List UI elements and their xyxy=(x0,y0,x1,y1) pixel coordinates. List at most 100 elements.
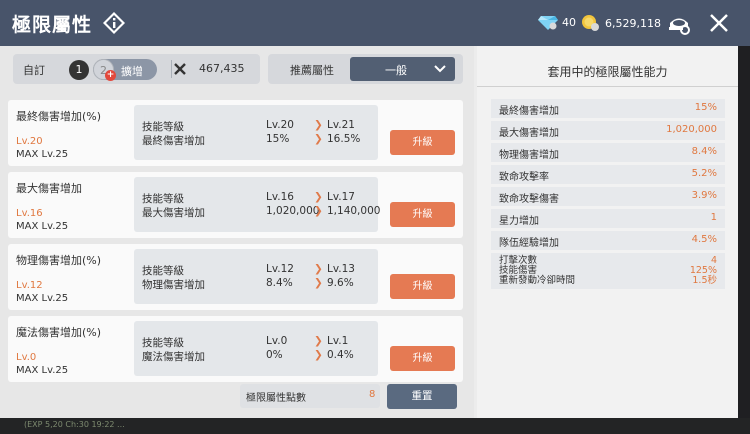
chevron-right-icon: ❯ xyxy=(314,349,323,361)
status-text: (EXP 5,20 Ch:30 19:22 ... xyxy=(24,420,125,429)
chevron-right-icon: ❯ xyxy=(314,119,323,131)
stat-label: 最大傷害增加 xyxy=(142,207,205,219)
stat-label: 技能等級 xyxy=(142,121,184,133)
upgrade-button[interactable]: 升級 xyxy=(390,130,455,155)
stat-label: 技能等級 xyxy=(142,337,184,349)
gem-icon xyxy=(538,16,558,30)
attribute-name: 最終傷害增加(%) xyxy=(16,110,102,123)
reset-button[interactable]: 重置 xyxy=(387,384,457,409)
summary-row: 最終傷害增加 15% xyxy=(491,99,725,118)
next-value: Lv.1 xyxy=(327,335,349,347)
upgrade-button[interactable]: 升級 xyxy=(390,346,455,371)
next-value: 9.6% xyxy=(327,277,354,289)
attribute-name: 最大傷害增加 xyxy=(16,182,82,195)
attribute-level: Lv.12 xyxy=(16,280,43,291)
summary-row: 致命攻擊傷害 3.9% xyxy=(491,187,725,206)
current-value: 0% xyxy=(266,349,283,361)
header-bar: 極限屬性 40 6,529,118 xyxy=(0,0,750,46)
summary-label: 星力增加 xyxy=(499,216,539,227)
summary-row: 隊伍經驗增加 4.5% xyxy=(491,231,725,250)
summary-title: 套用中的極限屬性能力 xyxy=(547,65,668,79)
summary-row: 致命攻擊率 5.2% xyxy=(491,165,725,184)
attribute-card: 最終傷害增加(%) Lv.20 MAX Lv.25 技能等級 最終傷害增加 Lv… xyxy=(8,100,463,166)
recommend-bar: 推薦屬性 一般 xyxy=(268,54,463,84)
stat-label: 技能等級 xyxy=(142,265,184,277)
next-value: 16.5% xyxy=(327,133,361,145)
upgrade-button[interactable]: 升級 xyxy=(390,274,455,299)
stat-preview: 技能等級 最終傷害增加 Lv.20 15% ❯ ❯ Lv.21 16.5% xyxy=(134,105,378,160)
current-value: Lv.12 xyxy=(266,263,294,275)
crossed-swords-icon xyxy=(174,63,186,75)
summary-label: 隊伍經驗增加 xyxy=(499,238,559,249)
summary-label: 最大傷害增加 xyxy=(499,128,559,139)
chevron-down-icon xyxy=(434,65,446,73)
stat-preview: 技能等級 最大傷害增加 Lv.16 1,020,000 ❯ ❯ Lv.17 1,… xyxy=(134,177,381,232)
summary-row: 最大傷害增加 1,020,000 xyxy=(491,121,725,140)
attribute-list-panel: 自訂 1 2 + 擴增 467,435 推薦屬性 一般 最終傷害增加(%) Lv… xyxy=(0,46,474,418)
next-value: 1,140,000 xyxy=(327,205,381,217)
summary-value: 8.4% xyxy=(691,146,717,157)
gem-amount: 40 xyxy=(562,15,576,29)
attribute-card: 最大傷害增加 Lv.16 MAX Lv.25 技能等級 最大傷害增加 Lv.16… xyxy=(8,172,463,238)
current-value: Lv.16 xyxy=(266,191,294,203)
current-value: 15% xyxy=(266,133,290,145)
notification-icon[interactable] xyxy=(666,12,692,36)
current-value: 8.4% xyxy=(266,277,293,289)
summary-label: 重新發動冷卻時間 xyxy=(499,275,576,286)
plus-icon: + xyxy=(105,70,116,81)
main-panel: 自訂 1 2 + 擴增 467,435 推薦屬性 一般 最終傷害增加(%) Lv… xyxy=(0,46,750,418)
next-value: Lv.21 xyxy=(327,119,355,131)
background-edge xyxy=(738,46,750,418)
gem-counter: 40 xyxy=(538,14,576,30)
current-value: 1,020,000 xyxy=(266,205,320,217)
summary-value: 1 xyxy=(710,212,717,223)
upgrade-button[interactable]: 升級 xyxy=(390,202,455,227)
attribute-card: 物理傷害增加(%) Lv.12 MAX Lv.25 技能等級 物理傷害增加 Lv… xyxy=(8,244,463,310)
current-value: Lv.20 xyxy=(266,119,294,131)
chevron-right-icon: ❯ xyxy=(314,191,323,203)
summary-value: 4.5% xyxy=(691,234,717,245)
attribute-name: 魔法傷害增加(%) xyxy=(16,326,102,339)
summary-multi-row: 打擊次數 技能傷害 重新發動冷卻時間 4 125% 1.5秒 xyxy=(491,253,725,289)
attribute-level: Lv.20 xyxy=(16,136,43,147)
chevron-right-icon: ❯ xyxy=(314,263,323,275)
gold-coin-icon xyxy=(582,15,599,31)
attribute-level: Lv.16 xyxy=(16,208,43,219)
attribute-max-level: MAX Lv.25 xyxy=(16,293,69,304)
recommend-dropdown[interactable]: 一般 xyxy=(350,57,455,81)
preset-slot-1[interactable]: 1 xyxy=(69,60,89,80)
divider xyxy=(171,60,172,78)
stat-label: 最終傷害增加 xyxy=(142,135,205,147)
summary-row: 物理傷害增加 8.4% xyxy=(491,143,725,162)
page-title: 極限屬性 xyxy=(12,13,93,36)
next-value: 0.4% xyxy=(327,349,354,361)
summary-label: 物理傷害增加 xyxy=(499,150,559,161)
stat-preview: 技能等級 魔法傷害增加 Lv.0 0% ❯ ❯ Lv.1 0.4% xyxy=(134,321,378,376)
attribute-max-level: MAX Lv.25 xyxy=(16,149,69,160)
preset-toolbar: 自訂 1 2 + 擴增 467,435 xyxy=(13,54,260,84)
info-icon[interactable] xyxy=(102,11,126,35)
points-label: 極限屬性點數 xyxy=(246,393,306,404)
close-icon[interactable] xyxy=(708,12,730,34)
summary-value: 1.5秒 xyxy=(692,275,717,286)
expand-cost: 467,435 xyxy=(199,62,245,75)
summary-value: 1,020,000 xyxy=(666,124,717,135)
summary-label: 最終傷害增加 xyxy=(499,106,559,117)
attribute-card: 魔法傷害增加(%) Lv.0 MAX Lv.25 技能等級 魔法傷害增加 Lv.… xyxy=(8,316,463,382)
attribute-max-level: MAX Lv.25 xyxy=(16,365,69,376)
stat-label: 魔法傷害增加 xyxy=(142,351,205,363)
summary-panel: 套用中的極限屬性能力 最終傷害增加 15% 最大傷害增加 1,020,000 物… xyxy=(477,46,738,418)
gold-counter: 6,529,118 xyxy=(581,14,661,32)
chevron-right-icon: ❯ xyxy=(314,133,323,145)
attribute-max-level: MAX Lv.25 xyxy=(16,221,69,232)
attribute-points: 極限屬性點數 8 xyxy=(240,384,380,408)
current-value: Lv.0 xyxy=(266,335,288,347)
summary-row: 星力增加 1 xyxy=(491,209,725,228)
summary-value: 15% xyxy=(694,102,717,113)
expand-preset-button[interactable]: 2 + 擴增 xyxy=(93,59,157,81)
gold-amount: 6,529,118 xyxy=(605,16,661,30)
summary-value: 5.2% xyxy=(691,168,717,179)
stat-label: 物理傷害增加 xyxy=(142,279,205,291)
stat-preview: 技能等級 物理傷害增加 Lv.12 8.4% ❯ ❯ Lv.13 9.6% xyxy=(134,249,378,304)
next-value: Lv.17 xyxy=(327,191,355,203)
